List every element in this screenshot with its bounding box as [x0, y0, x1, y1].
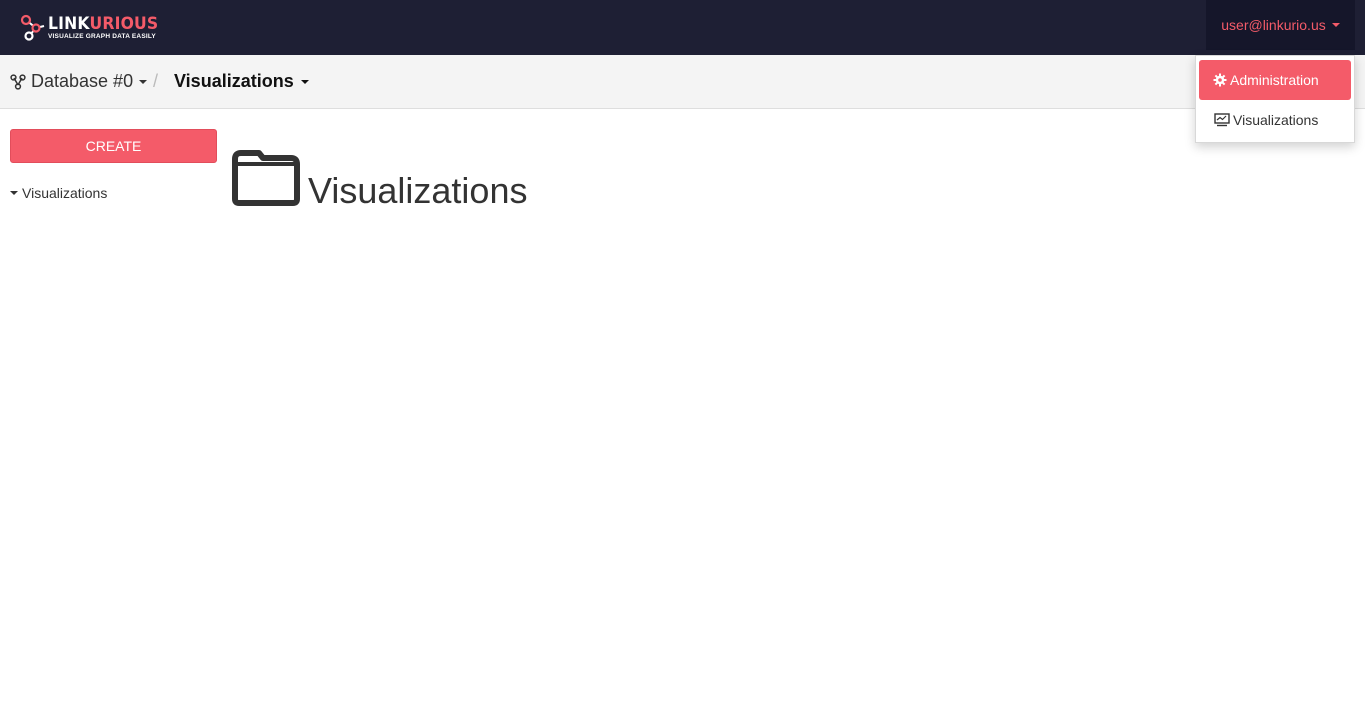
sidebar-tree-item-label: Visualizations [22, 185, 108, 201]
menu-item-administration[interactable]: Administration [1199, 60, 1351, 100]
linkurious-logo[interactable]: LINKURIOUS VISUALIZE GRAPH DATA EASILY [20, 13, 168, 43]
user-dropdown-menu: Administration Visualizations [1195, 55, 1355, 143]
page-title: Visualizations [308, 170, 528, 211]
menu-item-visualizations[interactable]: Visualizations [1199, 100, 1351, 140]
user-email-label: user@linkurio.us [1221, 17, 1326, 33]
menu-item-visualizations-label: Visualizations [1233, 112, 1319, 128]
caret-down-icon [10, 191, 18, 195]
logo-wordmark: LINKURIOUS [48, 15, 158, 33]
graph-nodes-icon [10, 73, 26, 90]
breadcrumb: Database #0 / Visualizations [0, 55, 1365, 109]
top-navbar: LINKURIOUS VISUALIZE GRAPH DATA EASILY u… [0, 0, 1365, 55]
folder-icon [232, 150, 300, 206]
logo-wordmark-part1: LINK [48, 14, 90, 34]
gear-icon [1213, 73, 1227, 87]
chevron-down-icon [300, 79, 309, 84]
breadcrumb-current-label: Visualizations [174, 71, 294, 91]
chevron-down-icon [1331, 23, 1340, 27]
user-menu-toggle[interactable]: user@linkurio.us [1206, 0, 1355, 50]
breadcrumb-current-dropdown[interactable]: Visualizations [174, 71, 309, 92]
breadcrumb-separator: / [153, 71, 159, 91]
logo-tagline: VISUALIZE GRAPH DATA EASILY [48, 33, 156, 40]
sidebar-tree-item-visualizations[interactable]: Visualizations [10, 185, 107, 201]
menu-item-administration-label: Administration [1230, 72, 1319, 88]
breadcrumb-database-dropdown[interactable]: Database #0 [10, 71, 148, 92]
logo-wordmark-part2: URIOUS [89, 14, 159, 34]
chevron-down-icon [139, 79, 148, 84]
logo-graph-icon [20, 14, 45, 41]
monitor-chart-icon [1214, 113, 1230, 127]
create-button[interactable]: CREATE [10, 129, 217, 163]
breadcrumb-database-label: Database #0 [31, 71, 134, 91]
